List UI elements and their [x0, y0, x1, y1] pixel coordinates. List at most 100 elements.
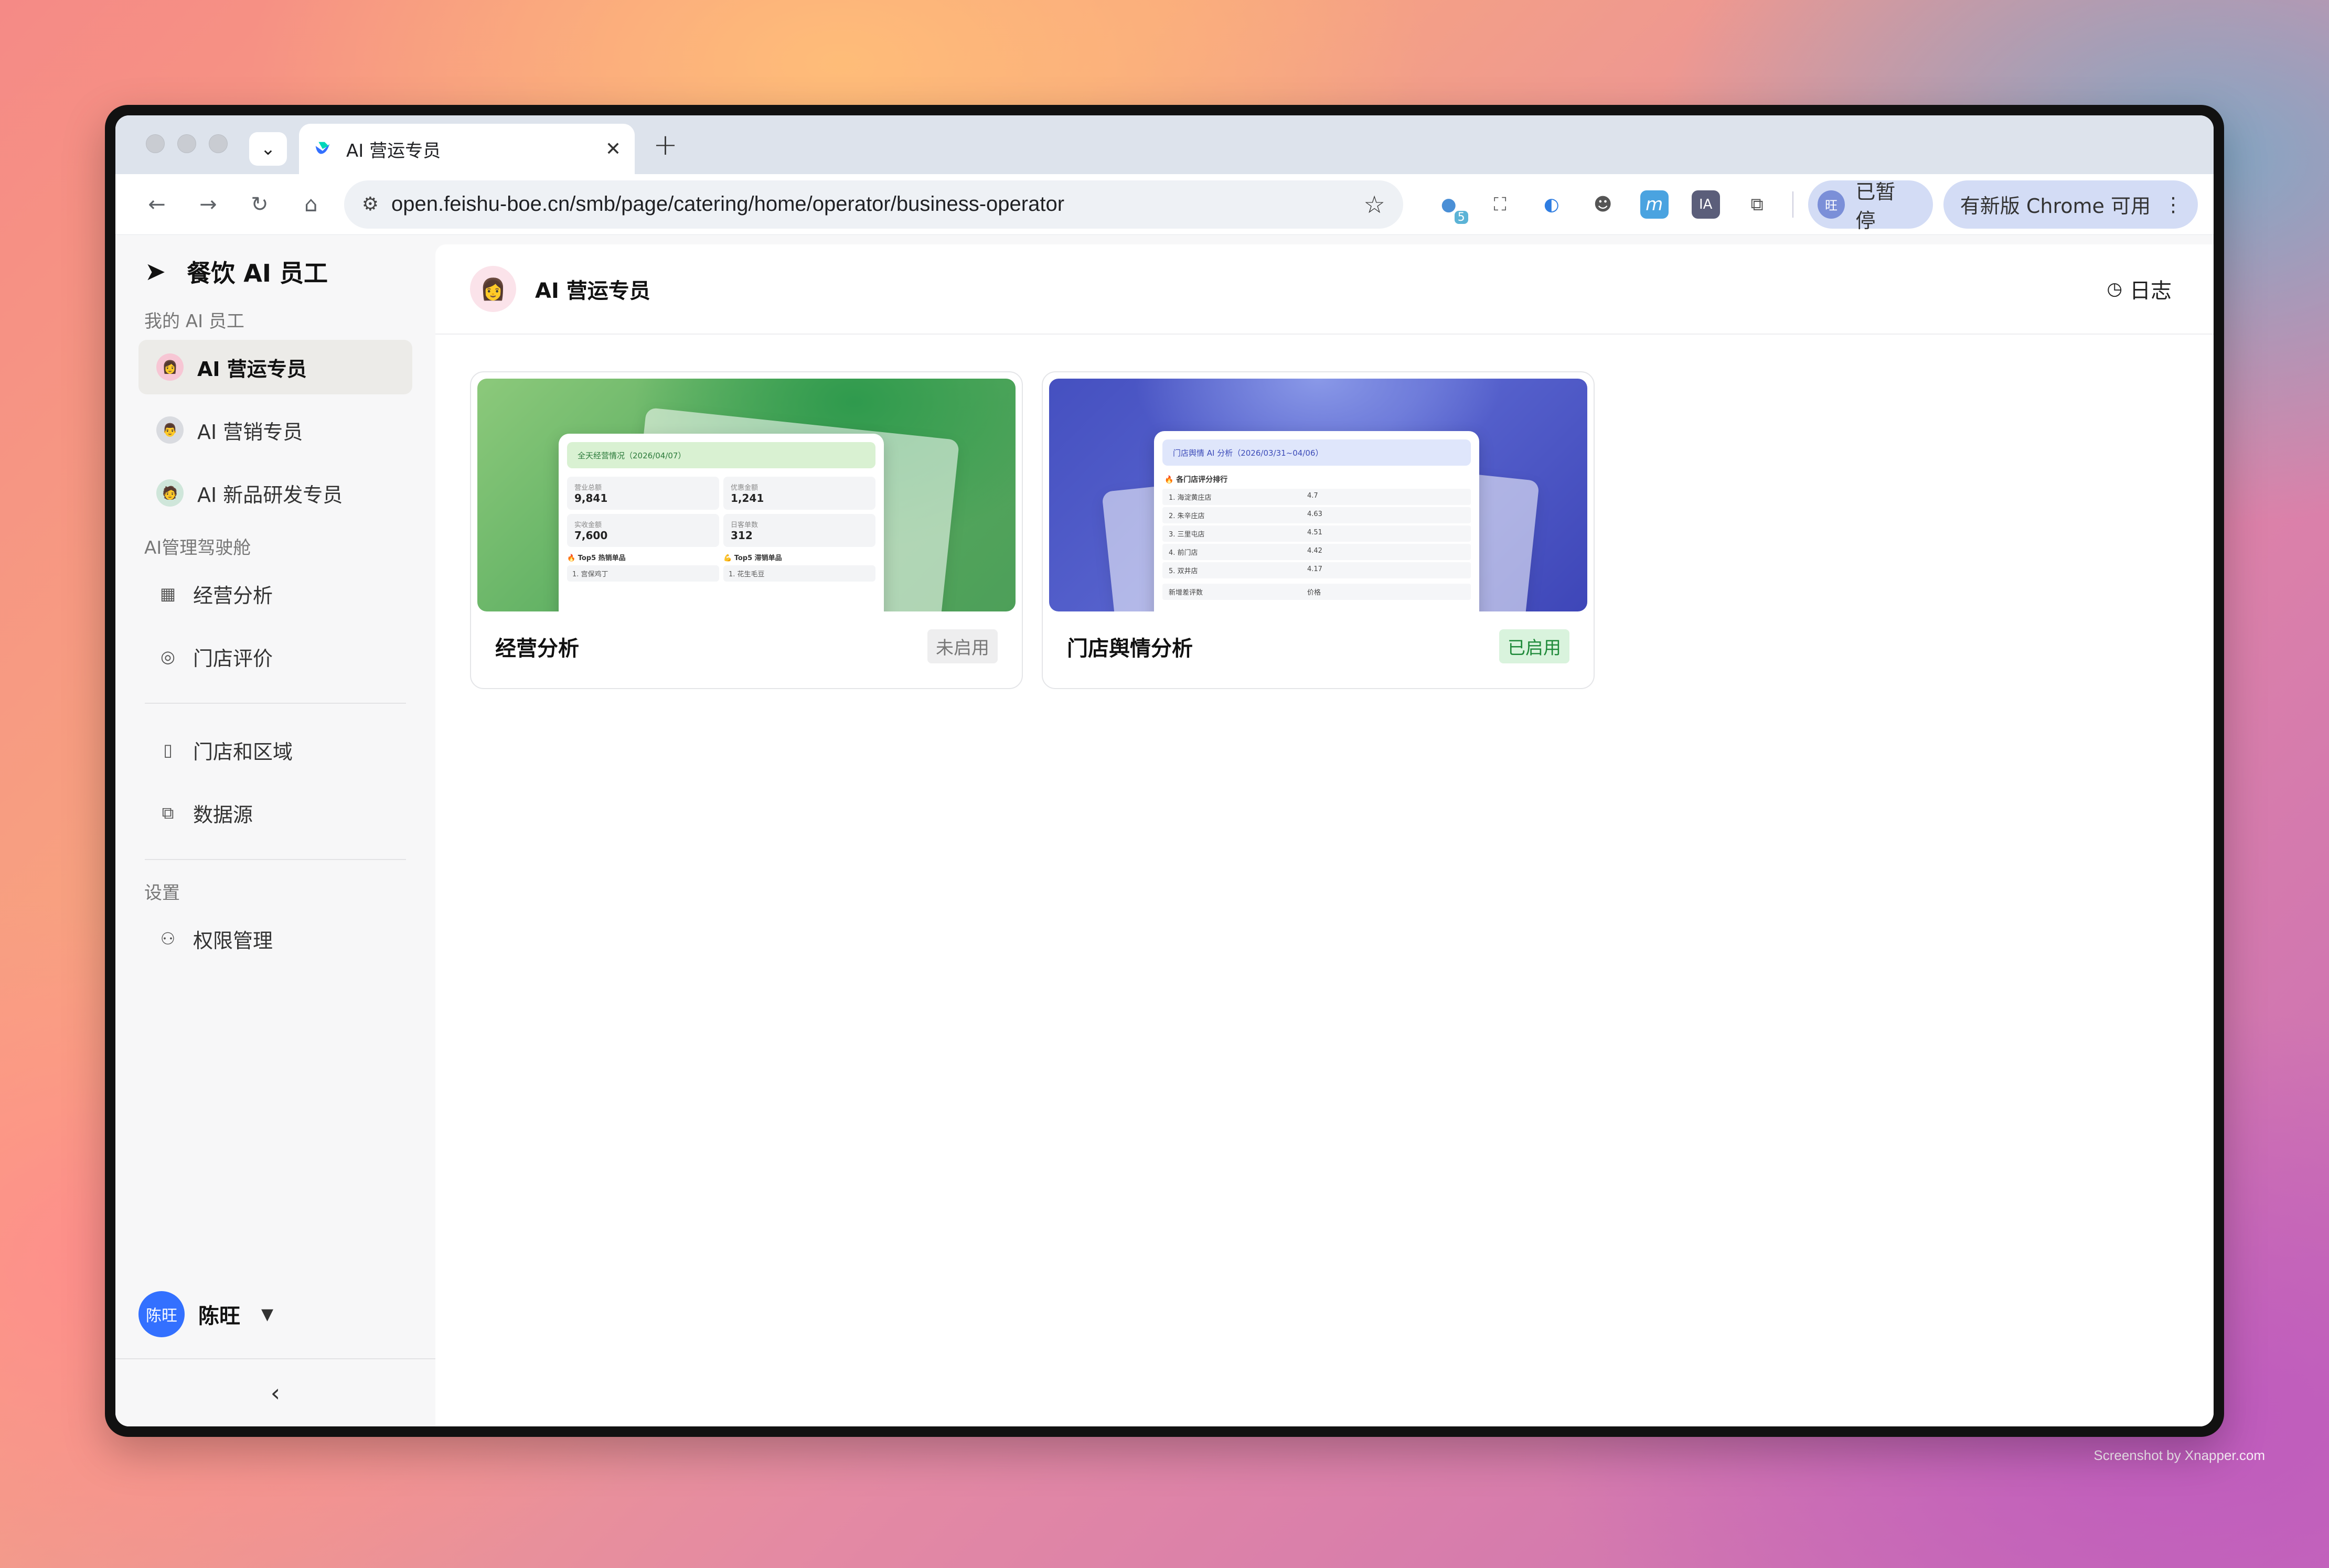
- forward-icon[interactable]: →: [183, 192, 234, 217]
- tab-strip: ⌄ AI 营运专员 ✕ +: [115, 115, 2214, 174]
- close-tab-icon[interactable]: ✕: [605, 138, 621, 160]
- reload-icon[interactable]: ↻: [234, 192, 285, 217]
- url-text[interactable]: open.feishu-boe.cn/smb/page/catering/hom…: [391, 192, 1363, 216]
- sidebar-divider: [145, 703, 406, 704]
- chevron-left-icon: ‹: [270, 1379, 281, 1407]
- sidebar-item-label: AI 营销专员: [197, 420, 303, 444]
- brand-name: 餐饮 AI 员工: [187, 259, 328, 287]
- sidebar-item-ai-operator[interactable]: 👩 AI 营运专员: [138, 340, 412, 394]
- product-dev-avatar: 🧑: [156, 479, 184, 507]
- window-controls: [146, 134, 228, 153]
- user-menu[interactable]: 陈旺 陈旺 ▼: [138, 1291, 273, 1337]
- site-settings-icon[interactable]: ⚙: [362, 194, 379, 215]
- users-icon: ⚇: [160, 929, 176, 949]
- star-icon[interactable]: ☆: [1363, 190, 1385, 219]
- more-menu-icon[interactable]: ⋮: [2163, 193, 2183, 216]
- app-container: ➤ 餐饮 AI 员工 我的 AI 员工 👩 AI 营运专员 👨 AI 营销专员 …: [115, 235, 2214, 1426]
- sidebar-item-business-analysis[interactable]: ▦ 经营分析: [138, 566, 412, 621]
- preview-title: 全天经营情况（2026/04/07）: [567, 442, 875, 468]
- feature-cards: 全天经营情况（2026/04/07） 营业总额 9,841 优惠金额 1,241 实…: [435, 335, 2214, 689]
- log-button[interactable]: ◷ 日志: [2107, 274, 2172, 304]
- status-badge: 已启用: [1499, 629, 1569, 663]
- main-content: 👩 AI 营运专员 ◷ 日志 全天经营情况（2026/04/07） 营业总额 9…: [435, 244, 2214, 1426]
- rank-heading: 🔥 各门店评分排行: [1164, 476, 1228, 484]
- update-chrome-button[interactable]: 有新版 Chrome 可用 ⋮: [1943, 180, 2198, 229]
- profile-status: 已暂停: [1855, 180, 1896, 232]
- feishu-favicon-icon: [315, 142, 330, 154]
- extension-badge: 5: [1454, 210, 1468, 224]
- rating-icon: ◎: [161, 647, 175, 667]
- plugin-icon: ⧉: [162, 802, 174, 823]
- screenshot-extension-icon[interactable]: ⛶: [1486, 190, 1514, 219]
- page-title: AI 营运专员: [535, 279, 650, 303]
- card-footer: 门店舆情分析 已启用: [1049, 611, 1587, 663]
- table-row: 新增差评数 价格: [1162, 584, 1471, 600]
- minimize-window-button[interactable]: [177, 134, 196, 153]
- ia-extension-icon[interactable]: IA: [1691, 190, 1720, 219]
- translate-extension-icon[interactable]: ● 5: [1435, 190, 1468, 224]
- group-label-settings: 设置: [144, 882, 180, 904]
- preview-top-lists: 🔥 Top5 热销单品 1. 宫保鸡丁 💪 Top5 滞销单品 1. 花生毛豆: [559, 547, 884, 587]
- metric-cell: 优惠金额 1,241: [723, 477, 875, 510]
- group-label-my-ai: 我的 AI 员工: [144, 310, 244, 332]
- profile-button[interactable]: 旺 已暂停: [1808, 180, 1933, 232]
- tab-search-button[interactable]: ⌄: [249, 132, 287, 166]
- back-icon[interactable]: ←: [131, 192, 183, 217]
- user-avatar: 陈旺: [138, 1291, 185, 1337]
- collapse-sidebar-button[interactable]: ‹: [115, 1358, 435, 1426]
- sidebar-brand: ➤ 餐饮 AI 员工: [115, 240, 435, 303]
- new-tab-button[interactable]: +: [653, 128, 678, 162]
- list-item: 1. 宫保鸡丁: [567, 565, 719, 582]
- toolbar-divider: [1792, 191, 1793, 218]
- history-icon: ◷: [2107, 278, 2122, 299]
- ghost-extension-icon[interactable]: ☻: [1589, 190, 1617, 219]
- feishu-logo-icon: ➤: [145, 257, 166, 286]
- sidebar-item-stores-regions[interactable]: ▯ 门店和区域: [138, 723, 412, 777]
- sidebar-item-label: AI 营运专员: [197, 357, 307, 381]
- card-footer: 经营分析 未启用: [477, 611, 1016, 663]
- sidebar-item-data-sources[interactable]: ⧉ 数据源: [138, 786, 412, 840]
- sidebar-item-label: 门店和区域: [193, 740, 293, 764]
- browser-toolbar: ← → ↻ ⌂ ⚙ open.feishu-boe.cn/smb/page/ca…: [115, 174, 2214, 235]
- page-header: 👩 AI 营运专员 ◷ 日志: [435, 244, 2214, 335]
- sidebar-item-ai-marketer[interactable]: 👨 AI 营销专员: [138, 403, 412, 457]
- browser-tab[interactable]: AI 营运专员 ✕: [299, 124, 635, 174]
- operator-avatar: 👩: [156, 353, 184, 381]
- address-bar[interactable]: ⚙ open.feishu-boe.cn/smb/page/catering/h…: [344, 180, 1403, 229]
- metric-cell: 营业总额 9,841: [567, 477, 719, 510]
- group-label-ai-cockpit: AI管理驾驶舱: [144, 537, 251, 559]
- sidebar-item-permissions[interactable]: ⚇ 权限管理: [138, 911, 412, 966]
- sidebar-item-ai-product-dev[interactable]: 🧑 AI 新品研发专员: [138, 466, 412, 520]
- chart-icon: ▦: [159, 584, 176, 604]
- preview-sheet: 门店舆情 AI 分析（2026/03/31~04/06） 🔥 各门店评分排行 1…: [1154, 431, 1479, 611]
- caret-down-icon[interactable]: ▼: [261, 1305, 273, 1324]
- sidebar-item-label: 经营分析: [193, 584, 273, 607]
- card-title: 经营分析: [495, 636, 579, 661]
- top-slow-heading: 💪 Top5 滞销单品: [723, 554, 782, 562]
- sidebar: ➤ 餐饮 AI 员工 我的 AI 员工 👩 AI 营运专员 👨 AI 营销专员 …: [115, 235, 435, 1426]
- table-row: 2. 朱辛庄店 4.63: [1162, 507, 1471, 523]
- card-store-sentiment[interactable]: 门店舆情 AI 分析（2026/03/31~04/06） 🔥 各门店评分排行 1…: [1042, 371, 1595, 689]
- sidebar-item-label: AI 新品研发专员: [197, 483, 343, 507]
- maximize-window-button[interactable]: [209, 134, 228, 153]
- browser-chrome: ⌄ AI 营运专员 ✕ + ← → ↻ ⌂ ⚙ open.feishu-boe.…: [115, 115, 2214, 1426]
- m-extension-icon[interactable]: m: [1640, 190, 1669, 219]
- list-item: 1. 花生毛豆: [723, 565, 875, 582]
- screenshot-watermark: Screenshot by Xnapper.com: [2093, 1447, 2265, 1463]
- marketer-avatar: 👨: [156, 416, 184, 444]
- operator-avatar: 👩: [470, 266, 516, 312]
- browser-extension-icon[interactable]: ◐: [1537, 190, 1566, 219]
- sidebar-item-label: 数据源: [193, 803, 253, 826]
- metric-cell: 日客单数 312: [723, 514, 875, 547]
- card-business-analysis[interactable]: 全天经营情况（2026/04/07） 营业总额 9,841 优惠金额 1,241 实…: [470, 371, 1023, 689]
- table-row: 3. 三里屯店 4.51: [1162, 525, 1471, 542]
- extensions-icon[interactable]: ⧉: [1743, 190, 1771, 219]
- close-window-button[interactable]: [146, 134, 165, 153]
- building-icon: ▯: [163, 740, 173, 760]
- extensions-bar: ● 5 ⛶ ◐ ☻ m IA ⧉: [1435, 190, 1771, 224]
- update-label: 有新版 Chrome 可用: [1960, 195, 2151, 218]
- home-icon[interactable]: ⌂: [285, 192, 337, 217]
- card-preview-image: 全天经营情况（2026/04/07） 营业总额 9,841 优惠金额 1,241 实…: [477, 379, 1016, 611]
- chevron-down-icon: ⌄: [260, 138, 276, 159]
- sidebar-item-store-reviews[interactable]: ◎ 门店评价: [138, 629, 412, 684]
